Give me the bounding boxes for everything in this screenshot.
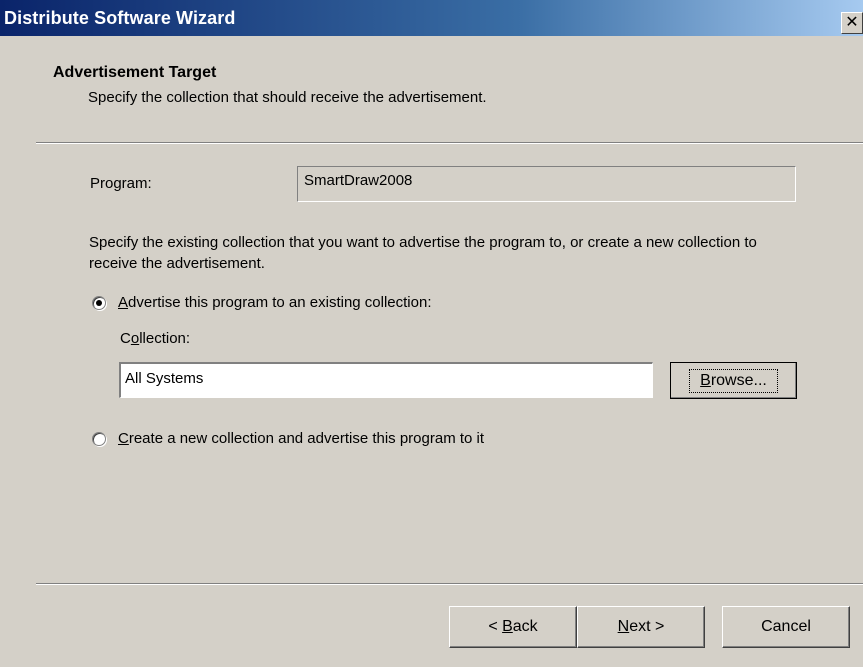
program-field: SmartDraw2008 xyxy=(297,166,796,202)
back-button[interactable]: < Back xyxy=(449,606,577,648)
browse-button[interactable]: Browse... xyxy=(670,362,797,399)
existing-collection-radio[interactable] xyxy=(92,295,106,310)
page-title: Advertisement Target xyxy=(53,64,217,81)
header-separator xyxy=(36,142,863,144)
new-collection-radio[interactable] xyxy=(92,431,106,446)
cancel-button[interactable]: Cancel xyxy=(722,606,850,648)
close-button[interactable]: ✕ xyxy=(841,12,863,34)
instructions-text: Specify the existing collection that you… xyxy=(89,234,757,272)
new-collection-label[interactable]: Create a new collection and advertise th… xyxy=(118,430,484,447)
footer-separator xyxy=(36,583,863,585)
page-subtitle: Specify the collection that should recei… xyxy=(88,89,487,106)
window-title: Distribute Software Wizard xyxy=(4,8,236,28)
new-collection-option[interactable]: Create a new collection and advertise th… xyxy=(92,430,484,447)
existing-collection-label[interactable]: Advertise this program to an existing co… xyxy=(118,294,432,311)
collection-input[interactable]: All Systems xyxy=(119,362,653,398)
next-button[interactable]: Next > xyxy=(577,606,705,648)
collection-label: Collection: xyxy=(120,330,191,347)
program-label: Program: xyxy=(90,175,152,192)
close-icon: ✕ xyxy=(845,14,859,31)
title-bar[interactable]: Distribute Software Wizard ✕ xyxy=(0,0,863,36)
existing-collection-option[interactable]: Advertise this program to an existing co… xyxy=(92,294,432,311)
